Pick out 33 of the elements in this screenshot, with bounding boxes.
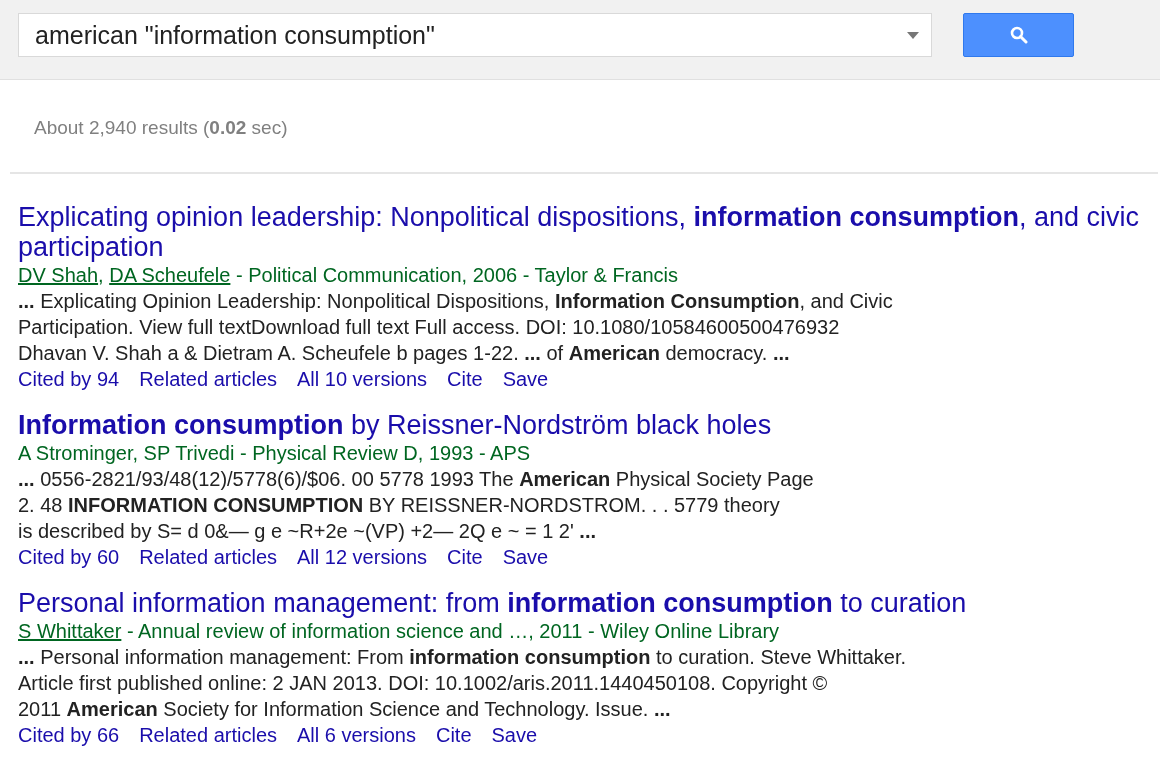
result-action-link[interactable]: Related articles bbox=[139, 366, 277, 392]
result-action-link[interactable]: All 12 versions bbox=[297, 544, 428, 570]
result-stats: About 2,940 results (0.02 sec) bbox=[10, 80, 1158, 174]
author-link[interactable]: S Whittaker bbox=[18, 620, 122, 642]
author-link[interactable]: DA Scheufele bbox=[109, 264, 231, 286]
result-action-link[interactable]: Cite bbox=[435, 722, 472, 748]
search-field[interactable]: american "information consumption" bbox=[18, 13, 932, 57]
result-title-link[interactable]: Information consumption by Reissner-Nordström black holes bbox=[18, 410, 1158, 440]
result-action-link[interactable]: Cited by 60 bbox=[18, 544, 120, 570]
result-action-link[interactable]: Cite bbox=[447, 366, 483, 392]
result-source: - Political Communication, 2006 - Taylor & Francis bbox=[234, 264, 678, 286]
result-title-link[interactable]: Personal information management: from information consumption to curation bbox=[18, 588, 1158, 618]
result-action-link[interactable]: Cite bbox=[447, 544, 483, 570]
result-action-link[interactable]: Related articles bbox=[139, 544, 277, 570]
result-action-link[interactable]: Save bbox=[491, 722, 538, 748]
dropdown-caret-icon[interactable] bbox=[907, 31, 919, 39]
result-action-link[interactable]: Cited by 66 bbox=[18, 722, 120, 748]
result-action-link[interactable]: All 10 versions bbox=[297, 366, 428, 392]
result-snippet: ... Personal information management: From information consumption to curation. Steve Whittaker. Article first published online: 2 JAN 2013. DOI: 10.1002/aris.2011.1440450108. Copyright © 2011 American Society for Information Science and Technology. Issue. ... bbox=[18, 645, 908, 722]
result-action-link[interactable]: Related articles bbox=[139, 722, 277, 748]
result-action-link[interactable]: Save bbox=[502, 366, 549, 392]
result-action-link[interactable]: Save bbox=[502, 544, 549, 570]
result-source: A Strominger, SP Trivedi - Physical Review D, 1993 - APS bbox=[18, 442, 531, 464]
result-title-link[interactable]: Explicating opinion leadership: Nonpolitical dispositions, information consumption, and civic participation bbox=[18, 202, 1158, 262]
search-icon bbox=[1009, 26, 1028, 44]
author-link[interactable]: DV Shah bbox=[18, 264, 99, 286]
search-button[interactable] bbox=[963, 13, 1074, 57]
result-source: - Annual review of information science and …, 2011 - Wiley Online Library bbox=[125, 620, 780, 642]
result-source: , bbox=[98, 264, 105, 286]
result-action-link[interactable]: All 6 versions bbox=[297, 722, 416, 748]
result-action-link[interactable]: Cited by 94 bbox=[18, 366, 120, 392]
result-snippet: ... 0556-2821/93/48(12)/5778(6)/$06. 00 5778 1993 The American Physical Society Page 2. 48 INFORMATION CONSUMPTION BY REISSNER-NORDSTROM. . . 5779 theory is described by S= d 0&— g e ~R+2e ~(VP) +2— 2Q e ~ = 1 2' ... bbox=[18, 467, 815, 544]
result-snippet: ... Explicating Opinion Leadership: Nonpolitical Dispositions, Information Consumption, and Civic Participation. View full textDownload full text Full access. DOI: 10.1080/10584600500476932 Dhavan V. Shah a & Dietram A. Scheufele b pages 1-22. ... of American democracy. ... bbox=[18, 289, 894, 366]
